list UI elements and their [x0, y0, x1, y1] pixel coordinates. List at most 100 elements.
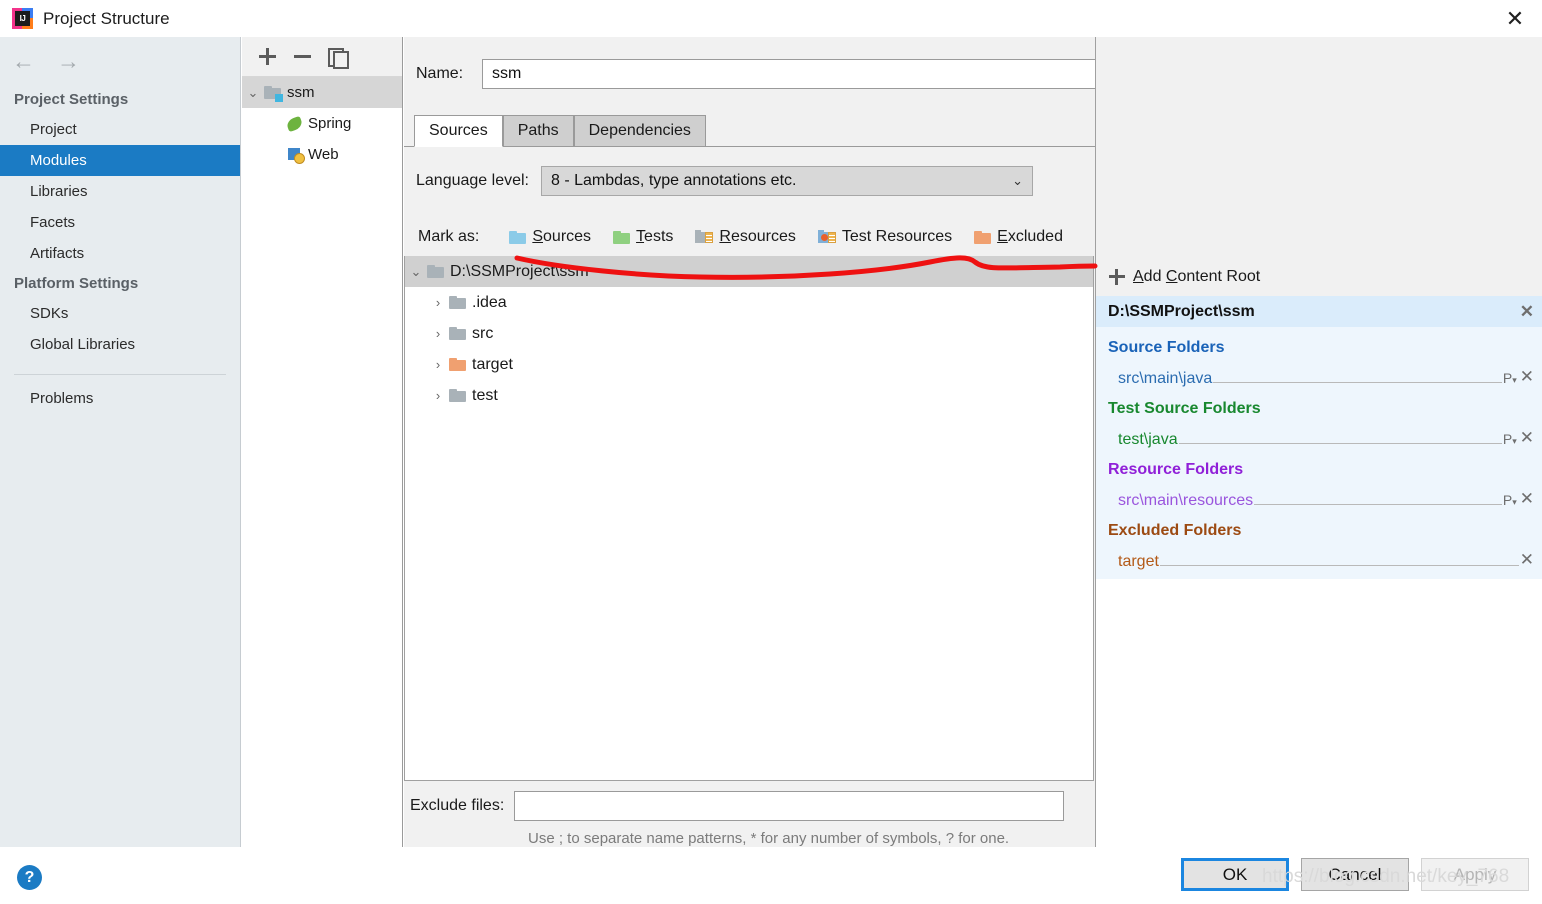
- tab-sources[interactable]: Sources: [414, 115, 503, 147]
- resource-folder-path: src\main\resources: [1118, 492, 1254, 509]
- content-root-path: D:\SSMProject\ssm: [1108, 302, 1255, 320]
- sidebar-item-facets[interactable]: Facets: [0, 207, 240, 238]
- mark-as-sources-button[interactable]: Sources: [509, 228, 591, 246]
- test-source-folder-entry[interactable]: test\java P▾ ✕: [1096, 422, 1542, 449]
- remove-resource-folder-icon[interactable]: ✕: [1520, 489, 1534, 509]
- excluded-folder-path: target: [1118, 553, 1159, 570]
- modules-toolbar: [242, 37, 402, 77]
- mark-as-test-resources-button[interactable]: Test Resources: [817, 228, 953, 246]
- mark-as-excluded-button[interactable]: Excluded: [974, 228, 1063, 246]
- remove-excluded-folder-icon[interactable]: ✕: [1520, 550, 1534, 570]
- mark-as-test-resources-label: Test Resources: [841, 228, 953, 245]
- package-prefix-icon[interactable]: P▾: [1503, 370, 1517, 386]
- modules-panel: ⌄ ssm Spring Web: [242, 37, 403, 847]
- package-prefix-icon[interactable]: P▾: [1503, 431, 1517, 447]
- tree-row-label: src: [472, 324, 494, 342]
- sidebar-item-artifacts[interactable]: Artifacts: [0, 238, 240, 269]
- remove-content-root-icon[interactable]: ✕: [1520, 302, 1534, 322]
- mark-as-resources-button[interactable]: Resources: [695, 228, 796, 246]
- remove-source-folder-icon[interactable]: ✕: [1520, 367, 1534, 387]
- spring-leaf-icon: [286, 116, 304, 132]
- plus-icon: [1109, 269, 1125, 285]
- folder-grey-icon: [449, 389, 466, 402]
- resource-folder-entry[interactable]: src\main\resources P▾ ✕: [1096, 483, 1542, 510]
- language-level-value: 8 - Lambdas, type annotations etc.: [550, 172, 797, 189]
- sidebar-group-project-settings: Project Settings: [14, 91, 129, 108]
- tab-paths[interactable]: Paths: [502, 115, 574, 146]
- chevron-down-icon[interactable]: ⌄: [405, 264, 427, 280]
- exclude-files-input[interactable]: [514, 791, 1065, 821]
- mark-as-tests-button[interactable]: Tests: [613, 228, 673, 246]
- add-module-icon[interactable]: [258, 47, 277, 66]
- language-level-select[interactable]: 8 - Lambdas, type annotations etc. ⌄: [540, 166, 1033, 196]
- folder-orange-icon: [974, 230, 992, 244]
- remove-module-icon[interactable]: [293, 47, 312, 66]
- chevron-down-icon[interactable]: ⌄: [242, 85, 264, 101]
- module-tree-item-spring[interactable]: Spring: [242, 108, 402, 139]
- resource-folders-title: Resource Folders: [1108, 461, 1244, 478]
- sidebar-item-project[interactable]: Project: [0, 114, 240, 145]
- exclude-files-row: Exclude files:: [404, 787, 1094, 825]
- chevron-down-icon: ⌄: [1012, 173, 1023, 188]
- remove-test-source-folder-icon[interactable]: ✕: [1520, 428, 1534, 448]
- tree-row-label: D:\SSMProject\ssm: [450, 262, 589, 280]
- chevron-right-icon[interactable]: ›: [427, 357, 449, 372]
- watermark: https://blog.csdn.net/key_768: [1262, 866, 1510, 887]
- source-folders-title: Source Folders: [1108, 339, 1225, 356]
- content-tree[interactable]: ⌄ D:\SSMProject\ssm › .idea › src › targ…: [404, 256, 1094, 781]
- copy-module-icon[interactable]: [328, 47, 349, 69]
- module-tree-item-ssm[interactable]: ⌄ ssm: [242, 77, 402, 108]
- tree-row-label: .idea: [472, 293, 507, 311]
- module-name-label: Name:: [416, 65, 464, 82]
- folder-grey-icon: [427, 265, 444, 278]
- content-root-header[interactable]: D:\SSMProject\ssm ✕: [1096, 296, 1542, 327]
- help-button[interactable]: ?: [17, 865, 42, 890]
- chevron-right-icon[interactable]: ›: [427, 388, 449, 403]
- folder-grey-icon: [449, 327, 466, 340]
- module-tree-item-web[interactable]: Web: [242, 139, 402, 170]
- sidebar-divider: [14, 374, 226, 375]
- tree-row[interactable]: ⌄ D:\SSMProject\ssm: [405, 256, 1093, 287]
- package-prefix-icon[interactable]: P▾: [1503, 492, 1517, 508]
- content-root-body: D:\SSMProject\ssm ✕ Source Folders src\m…: [1096, 296, 1542, 579]
- content-root-panel: Add Content Root D:\SSMProject\ssm ✕ Sou…: [1095, 37, 1542, 847]
- test-source-folder-path: test\java: [1118, 431, 1178, 448]
- tree-row-label: target: [472, 355, 513, 373]
- sidebar-item-problems[interactable]: Problems: [0, 383, 240, 414]
- folder-green-icon: [613, 230, 631, 244]
- sidebar-item-libraries[interactable]: Libraries: [0, 176, 240, 207]
- chevron-right-icon[interactable]: ›: [427, 326, 449, 341]
- tab-dependencies[interactable]: Dependencies: [573, 115, 706, 146]
- sidebar-item-modules[interactable]: Modules: [0, 145, 240, 176]
- mark-as-sources-label: ources: [543, 228, 592, 245]
- tree-row[interactable]: › src: [405, 318, 1093, 349]
- tree-row[interactable]: › .idea: [405, 287, 1093, 318]
- chevron-right-icon[interactable]: ›: [427, 295, 449, 310]
- folder-resources-icon: [695, 230, 714, 244]
- folder-test-resources-icon: [817, 230, 836, 244]
- close-icon[interactable]: ✕: [1488, 0, 1542, 37]
- test-source-folders-title: Test Source Folders: [1108, 400, 1261, 417]
- add-content-root-button[interactable]: Add Content Root: [1096, 258, 1542, 296]
- module-folder-icon: [264, 86, 283, 102]
- tree-row[interactable]: › target: [405, 349, 1093, 380]
- sidebar-nav-row: ← →: [0, 37, 240, 85]
- excluded-folder-entry[interactable]: target ✕: [1096, 544, 1542, 571]
- mark-as-label: Mark as:: [418, 228, 480, 245]
- mark-as-resources-label: esources: [730, 228, 796, 245]
- title-bar: IJ Project Structure ✕: [0, 0, 1542, 37]
- folder-blue-icon: [509, 230, 527, 244]
- language-level-label: Language level:: [416, 172, 529, 189]
- tree-row[interactable]: › test: [405, 380, 1093, 411]
- exclude-files-label: Exclude files:: [410, 797, 505, 814]
- sidebar-item-global-libraries[interactable]: Global Libraries: [0, 329, 240, 360]
- folder-orange-icon: [449, 358, 466, 371]
- intellij-idea-logo-icon: IJ: [12, 8, 33, 29]
- source-folder-entry[interactable]: src\main\java P▾ ✕: [1096, 361, 1542, 388]
- back-arrow-icon[interactable]: ←: [12, 49, 35, 73]
- forward-arrow-icon[interactable]: →: [57, 49, 80, 73]
- mark-as-tests-label: ests: [644, 228, 674, 245]
- excluded-folders-title: Excluded Folders: [1108, 522, 1242, 539]
- window-title: Project Structure: [43, 8, 170, 28]
- sidebar-item-sdks[interactable]: SDKs: [0, 298, 240, 329]
